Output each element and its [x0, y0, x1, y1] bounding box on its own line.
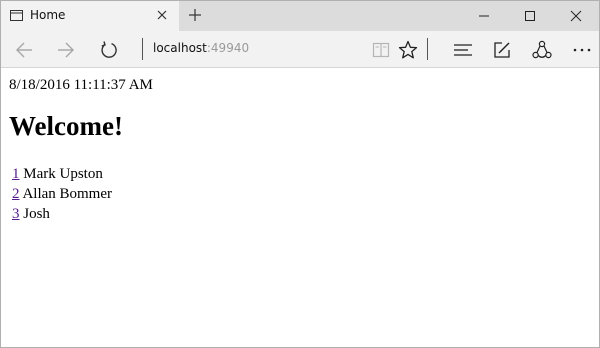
- person-name: Allan Bommer: [22, 186, 113, 202]
- minimize-button[interactable]: [461, 1, 507, 31]
- maximize-button[interactable]: [507, 1, 553, 31]
- ellipsis-icon: [573, 48, 591, 52]
- person-link[interactable]: 3: [12, 206, 20, 222]
- people-list: 1 Mark Upston 2 Allan Bommer 3 Josh: [12, 164, 112, 224]
- tab-home[interactable]: Home: [1, 1, 179, 31]
- hub-button[interactable]: [445, 31, 479, 68]
- book-icon: [372, 42, 390, 58]
- person-name: Josh: [23, 206, 50, 222]
- refresh-icon: [101, 41, 117, 58]
- refresh-button[interactable]: [91, 31, 125, 68]
- person-name: Mark Upston: [23, 166, 103, 182]
- tab-title: Home: [30, 8, 66, 22]
- list-item: 3 Josh: [12, 204, 112, 224]
- list-item: 2 Allan Bommer: [12, 184, 112, 204]
- page-content: 8/18/2016 11:11:37 AM Welcome! 1 Mark Up…: [1, 69, 599, 347]
- person-link[interactable]: 1: [12, 166, 20, 182]
- page-title: Welcome!: [9, 111, 123, 141]
- favorite-button[interactable]: [390, 31, 424, 68]
- minimize-icon: [479, 15, 489, 17]
- more-button[interactable]: [564, 31, 598, 68]
- plus-icon[interactable]: [187, 7, 203, 23]
- close-icon: [570, 10, 582, 22]
- page-icon: [10, 10, 23, 21]
- address-bar[interactable]: localhost:49940: [153, 41, 249, 55]
- address-port: :49940: [206, 41, 250, 55]
- list-item: 1 Mark Upston: [12, 164, 112, 184]
- web-note-button[interactable]: [484, 31, 518, 68]
- address-host: localhost: [153, 41, 207, 55]
- back-arrow-icon: [16, 42, 32, 58]
- hub-lines-icon: [454, 44, 472, 56]
- timestamp: 8/18/2016 11:11:37 AM: [9, 77, 153, 93]
- toolbar-divider: [142, 38, 143, 60]
- window-close-button[interactable]: [553, 1, 599, 31]
- share-button[interactable]: [524, 31, 558, 68]
- share-icon: [532, 40, 552, 59]
- maximize-icon: [525, 11, 535, 21]
- toolbar-divider: [427, 38, 428, 60]
- title-bar: Home: [1, 1, 599, 31]
- back-button[interactable]: [6, 31, 40, 68]
- person-link[interactable]: 2: [12, 186, 20, 202]
- star-icon: [398, 40, 418, 59]
- pen-note-icon: [494, 42, 510, 58]
- browser-window: Home localhost:49940 8/18/2016 11:11:37 …: [0, 0, 600, 348]
- forward-arrow-icon: [58, 42, 74, 58]
- navigation-toolbar: localhost:49940: [1, 31, 599, 68]
- forward-button[interactable]: [48, 31, 82, 68]
- close-icon[interactable]: [156, 9, 168, 21]
